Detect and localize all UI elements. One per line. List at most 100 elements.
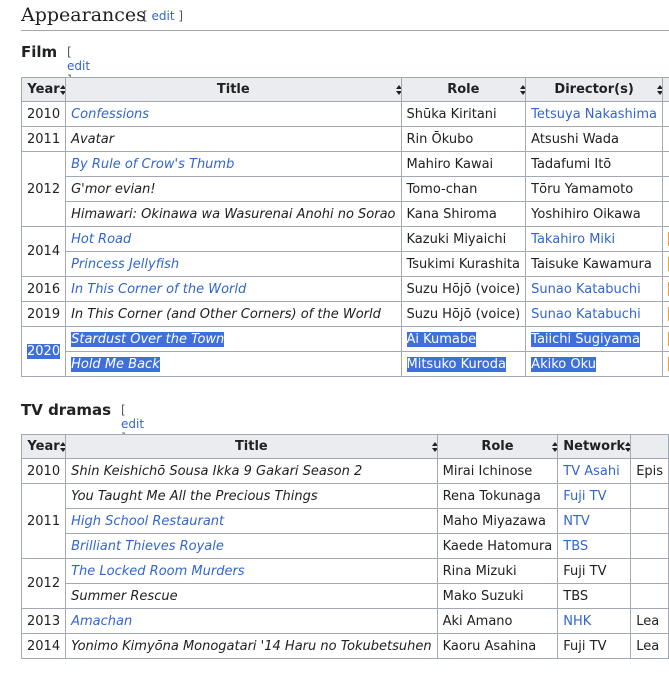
film-title-link[interactable]: In This Corner of the World <box>71 282 246 297</box>
tv-edit-link[interactable]: edit <box>121 417 144 431</box>
film-role: Shūka Kiritani <box>400 101 527 127</box>
table-row: 2011 Avatar Rin Ōkubo Atsushi Wada <box>20 126 669 152</box>
film-year: 2014 <box>20 226 67 277</box>
film-extra <box>662 101 669 127</box>
film-title-link[interactable]: Hold Me Back <box>71 356 160 372</box>
film-director: Akiko Ōku <box>525 351 664 377</box>
film-role: Rin Ōkubo <box>400 126 527 152</box>
film-role: Mahiro Kawai <box>400 151 527 177</box>
film-role-link[interactable]: Mitsuko Kuroda <box>406 356 506 372</box>
film-director: Sunao Katabuchi <box>525 301 664 327</box>
film-table: Year Title Role Director(s) 2010 Confess… <box>20 77 669 377</box>
tv-network: TBS <box>557 583 632 609</box>
tv-col-title[interactable]: Title <box>65 434 438 459</box>
table-row: Himawari: Okinawa wa Wasurenai Anohi no … <box>22 201 669 227</box>
film-director-link[interactable]: Tetsuya Nakashima <box>531 107 657 122</box>
tv-note <box>630 583 669 609</box>
tv-title-link[interactable]: Brilliant Thieves Royale <box>71 539 224 554</box>
film-col-extra <box>662 77 669 102</box>
tv-title: You Taught Me All the Precious Things <box>65 483 438 509</box>
tv-title: Yonimo Kimyōna Monogatari '14 Haru no To… <box>65 633 438 659</box>
table-row: 2011 You Taught Me All the Precious Thin… <box>20 483 669 559</box>
film-year: 2011 <box>20 126 67 152</box>
film-title: Himawari: Okinawa wa Wasurenai Anohi no … <box>65 201 402 227</box>
tv-title: TV dramas <box>21 401 111 419</box>
tv-title: Amachan <box>65 608 438 634</box>
film-director-link[interactable]: Taiichi Sugiyama <box>531 331 640 347</box>
tv-network-link[interactable]: NTV <box>563 514 590 529</box>
tv-col-network[interactable]: Network <box>557 434 632 459</box>
tv-network-link[interactable]: Fuji TV <box>563 489 606 504</box>
film-title: G'mor evian! <box>65 176 402 202</box>
tv-role: Maho Miyazawa <box>436 508 559 534</box>
table-row: High School Restaurant Maho Miyazawa NTV <box>22 508 669 534</box>
tv-note: Epis <box>630 458 669 484</box>
film-title-link[interactable]: Stardust Over the Town <box>71 331 225 347</box>
tv-note <box>630 533 669 559</box>
tv-network: TBS <box>557 533 632 559</box>
table-row: Summer Rescue Mako Suzuki TBS <box>22 583 669 609</box>
film-extra <box>662 326 669 352</box>
film-director-link[interactable]: Sunao Katabuchi <box>531 307 641 322</box>
film-edit-link[interactable]: edit <box>67 59 90 73</box>
film-title-link[interactable]: Hot Road <box>71 232 131 247</box>
tv-role: Rena Tokunaga <box>436 483 559 509</box>
film-title-text: In This Corner (and Other Corners) of th… <box>71 306 381 322</box>
film-year: 2016 <box>20 276 67 302</box>
tv-year: 2011 <box>20 483 67 559</box>
film-director-link[interactable]: Sunao Katabuchi <box>531 282 641 297</box>
film-director-link[interactable]: Akiko Ōku <box>531 356 596 372</box>
film-role: Tomo-chan <box>400 176 527 202</box>
tv-note <box>630 508 669 534</box>
film-title-link[interactable]: Princess Jellyfish <box>71 257 179 272</box>
table-row: Hold Me Back Mitsuko Kuroda Akiko Ōku <box>22 351 669 377</box>
film-col-director[interactable]: Director(s) <box>525 77 664 102</box>
tv-note: Lea <box>630 633 669 659</box>
tv-network-link[interactable]: NHK <box>563 614 591 629</box>
tv-title: Summer Rescue <box>65 583 438 609</box>
film-director: Tadafumi Itō <box>525 151 664 177</box>
film-col-role[interactable]: Role <box>400 77 527 102</box>
tv-title-text: Yonimo Kimyōna Monogatari '14 Haru no To… <box>71 638 432 654</box>
film-extra <box>662 151 669 177</box>
table-row: Princess Jellyfish Tsukimi Kurashita Tai… <box>22 251 669 277</box>
film-col-title[interactable]: Title <box>65 77 402 102</box>
section-title: Appearances <box>21 4 146 26</box>
film-title: Hold Me Back <box>65 351 402 377</box>
film-title: In This Corner of the World <box>65 276 402 302</box>
tv-role: Kaoru Asahina <box>436 633 559 659</box>
tv-title-link[interactable]: Amachan <box>71 614 132 629</box>
tv-network-link[interactable]: TBS <box>563 539 588 554</box>
tv-year: 2010 <box>20 458 67 484</box>
film-header-row: Year Title Role Director(s) <box>20 77 669 102</box>
tv-network-link[interactable]: TV Asahi <box>563 464 619 479</box>
tv-title: Brilliant Thieves Royale <box>65 533 438 559</box>
appearances-heading: Appearances [ edit ] <box>21 0 669 31</box>
tv-header-row: Year Title Role Network <box>20 434 669 459</box>
tv-col-year[interactable]: Year <box>20 434 67 459</box>
tv-year: 2012 <box>20 558 67 609</box>
film-role: Kana Shiroma <box>400 201 527 227</box>
tv-role: Rina Mizuki <box>436 558 559 584</box>
table-row: 2012 By Rule of Crow's Thumb Mahiro Kawa… <box>20 151 669 227</box>
film-role: Kazuki Miyaichi <box>400 226 527 252</box>
tv-title-text: Shin Keishichō Sousa Ikka 9 Gakari Seaso… <box>71 463 363 479</box>
film-col-year[interactable]: Year <box>20 77 67 102</box>
film-role-link[interactable]: Ai Kumabe <box>406 331 477 347</box>
tv-title-link[interactable]: High School Restaurant <box>71 514 224 529</box>
film-director: Yoshihiro Oikawa <box>525 201 664 227</box>
film-director-link[interactable]: Takahiro Miki <box>531 232 615 247</box>
tv-col-extra <box>630 434 669 459</box>
film-director: Taisuke Kawamura <box>525 251 664 277</box>
table-row: G'mor evian! Tomo-chan Tōru Yamamoto <box>22 176 669 202</box>
tv-role: Kaede Hatomura <box>436 533 559 559</box>
tv-year: 2013 <box>20 608 67 634</box>
tv-col-role[interactable]: Role <box>436 434 559 459</box>
table-row: 2019 In This Corner (and Other Corners) … <box>20 301 669 327</box>
table-row: Brilliant Thieves Royale Kaede Hatomura … <box>22 533 669 559</box>
film-title-link[interactable]: Confessions <box>71 107 149 122</box>
tv-role: Aki Amano <box>436 608 559 634</box>
tv-title-link[interactable]: The Locked Room Murders <box>71 564 244 579</box>
section-edit-link[interactable]: edit <box>152 9 175 23</box>
film-title-link[interactable]: By Rule of Crow's Thumb <box>71 157 234 172</box>
